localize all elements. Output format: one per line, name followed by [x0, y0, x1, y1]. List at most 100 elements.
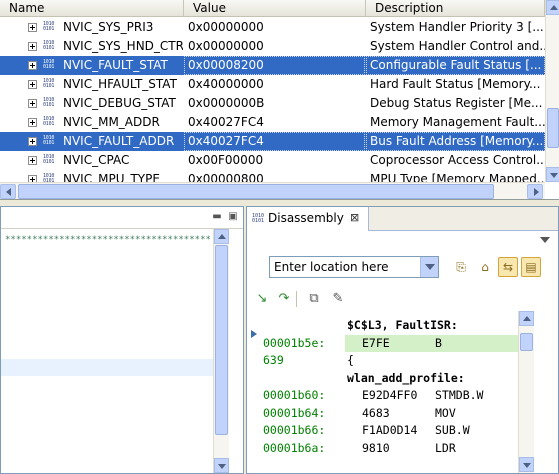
new-window-icon[interactable]: ⧉: [305, 291, 323, 307]
view-menu-icon[interactable]: [540, 237, 550, 243]
register-value[interactable]: 0x00000000: [184, 18, 365, 37]
step-over-icon[interactable]: ↷: [275, 291, 293, 307]
register-value[interactable]: 0x40027FC4: [184, 132, 365, 151]
table-row[interactable]: 1010 0101 NVIC_SYS_PRI3 0x00000000 System Ha…: [0, 18, 545, 37]
function-label: wlan_add_profile:: [347, 370, 465, 385]
table-row[interactable]: 1010 0101 NVIC_CPAC 0x00F00000 Coprocessor A…: [0, 151, 545, 170]
editor-scroll-thumb[interactable]: [215, 245, 228, 435]
register-name: NVIC_CPAC: [63, 153, 130, 167]
disassembly-icon: 1010 0101: [252, 213, 265, 224]
instruction-address: 00001b64:: [263, 405, 326, 420]
register-value[interactable]: 0x40027FC4: [184, 113, 365, 132]
editor-scroll-up-button[interactable]: [214, 229, 229, 244]
register-value[interactable]: 0x40000000: [184, 75, 365, 94]
disassembly-line[interactable]: 00001b60: E92D4FF0 STMDB.W: [247, 387, 518, 404]
disassembly-line[interactable]: 00001b6a: 9810 LDR: [247, 440, 518, 457]
mnemonic: SUB.W: [435, 423, 470, 437]
table-row[interactable]: 1010 0101 NVIC_FAULT_STAT 0x00008200 Configu…: [0, 56, 545, 75]
column-header-name[interactable]: Name: [0, 0, 184, 17]
location-dropdown-button[interactable]: [420, 257, 438, 277]
disassembly-line[interactable]: 00001b5e: E7FE B: [247, 335, 518, 352]
step-into-icon[interactable]: ↘: [253, 291, 271, 307]
disassembly-vertical-scrollbar[interactable]: [518, 311, 534, 473]
column-header-value[interactable]: Value: [184, 0, 366, 17]
tab-disassembly[interactable]: 1010 0101 Disassembly ⊠: [247, 207, 369, 231]
register-name-cell: 1010 0101 NVIC_HFAULT_STAT: [0, 75, 183, 94]
scroll-up-button[interactable]: [546, 0, 559, 15]
table-row[interactable]: 1010 0101 NVIC_MPU_TYPE 0x00000800 MPU Type …: [0, 170, 545, 182]
scroll-right-button[interactable]: [527, 184, 543, 199]
register-name-cell: 1010 0101 NVIC_FAULT_STAT: [0, 56, 183, 75]
function-label: $C$L3, FaultISR:: [347, 318, 458, 332]
expand-icon[interactable]: [28, 175, 37, 182]
home-icon[interactable]: ⌂: [475, 257, 495, 277]
register-name-cell: 1010 0101 NVIC_MPU_TYPE: [0, 170, 183, 182]
registers-vertical-scrollbar[interactable]: [545, 0, 559, 182]
expand-icon[interactable]: [28, 99, 37, 108]
editor-vertical-scrollbar[interactable]: [213, 229, 229, 473]
scroll-left-button[interactable]: [0, 184, 16, 199]
register-name-cell: 1010 0101 NVIC_FAULT_ADDR: [0, 132, 183, 151]
horizontal-scroll-thumb[interactable]: [18, 184, 494, 199]
expand-icon[interactable]: [28, 23, 37, 32]
register-rows: 1010 0101 NVIC_SYS_PRI3 0x00000000 System Ha…: [0, 18, 545, 182]
expand-icon[interactable]: [28, 137, 37, 146]
register-icon: 1010 0101: [43, 154, 55, 165]
register-icon: 1010 0101: [43, 40, 55, 51]
disassembly-code[interactable]: $C$L3, FaultISR: 00001b5e: E7FE B 639 {wlan_…: [247, 311, 518, 473]
register-description: Configurable Fault Status [...: [366, 56, 545, 75]
instruction-address: 00001b60:: [263, 388, 326, 402]
editor-text-area[interactable]: ****************************************: [1, 229, 213, 473]
editor-pane-header: ▬ ▣: [1, 207, 243, 229]
register-name: NVIC_HFAULT_STAT: [63, 77, 177, 91]
maximize-icon[interactable]: ▣: [226, 211, 240, 223]
register-description: Coprocessor Access Control...: [370, 153, 545, 167]
close-icon[interactable]: ⊠: [350, 211, 359, 224]
register-description: Hard Fault Status [Memory...: [370, 77, 541, 91]
disassembly-line[interactable]: 00001b64: 4683 MOV: [247, 405, 518, 422]
scroll-thumb[interactable]: [547, 108, 559, 148]
table-row[interactable]: 1010 0101 NVIC_DEBUG_STAT 0x0000000B Debug S…: [0, 94, 545, 113]
expand-icon[interactable]: [28, 61, 37, 70]
disassembly-scroll-down-button[interactable]: [519, 457, 534, 472]
show-source-icon[interactable]: ▤: [521, 257, 541, 277]
register-name: NVIC_FAULT_ADDR: [63, 134, 175, 148]
register-value[interactable]: 0x00008200: [184, 56, 365, 75]
table-row[interactable]: 1010 0101 NVIC_FAULT_ADDR 0x40027FC4 Bus Fau…: [0, 132, 545, 151]
register-value[interactable]: 0x00000000: [184, 37, 365, 56]
location-input[interactable]: Enter location here: [274, 260, 389, 274]
location-combo[interactable]: Enter location here: [269, 256, 439, 278]
table-row[interactable]: 1010 0101 NVIC_HFAULT_STAT 0x40000000 Hard F…: [0, 75, 545, 94]
disassembly-line[interactable]: 00001b66: F1AD0D14 SUB.W: [247, 422, 518, 439]
editor-scroll-down-button[interactable]: [214, 458, 229, 473]
edit-icon[interactable]: ✎: [329, 291, 347, 307]
table-row[interactable]: 1010 0101 NVIC_MM_ADDR 0x40027FC4 Memory Man…: [0, 113, 545, 132]
register-icon: 1010 0101: [43, 59, 55, 70]
register-name: NVIC_MPU_TYPE: [63, 172, 160, 182]
scroll-down-button[interactable]: [546, 167, 559, 182]
expand-icon[interactable]: [28, 118, 37, 127]
registers-horizontal-scrollbar[interactable]: [0, 182, 545, 199]
opcode: 4683: [362, 405, 390, 420]
goto-address-icon[interactable]: ⎘: [451, 257, 471, 277]
link-with-editor-icon[interactable]: ⇆: [498, 257, 518, 277]
column-header-description[interactable]: Description: [366, 0, 545, 17]
disassembly-view: 1010 0101 Disassembly ⊠ Enter location he…: [246, 206, 559, 474]
register-value[interactable]: 0x00F00000: [184, 151, 365, 170]
disassembly-line[interactable]: wlan_add_profile:: [247, 370, 518, 387]
expand-icon[interactable]: [28, 80, 37, 89]
register-icon: 1010 0101: [43, 135, 55, 146]
register-name: NVIC_FAULT_STAT: [63, 58, 168, 72]
disassembly-line[interactable]: $C$L3, FaultISR:: [247, 317, 518, 334]
register-name: NVIC_DEBUG_STAT: [63, 96, 176, 110]
disassembly-line[interactable]: 639 {: [247, 352, 518, 369]
register-icon: 1010 0101: [43, 116, 55, 127]
expand-icon[interactable]: [28, 42, 37, 51]
table-row[interactable]: 1010 0101 NVIC_SYS_HND_CTRL 0x00000000 Syste…: [0, 37, 545, 56]
register-value[interactable]: 0x00000800: [184, 170, 365, 182]
disassembly-scroll-thumb[interactable]: [520, 333, 533, 351]
register-value[interactable]: 0x0000000B: [184, 94, 365, 113]
expand-icon[interactable]: [28, 156, 37, 165]
minimize-icon[interactable]: ▬: [210, 211, 224, 223]
disassembly-scroll-up-button[interactable]: [519, 311, 534, 326]
